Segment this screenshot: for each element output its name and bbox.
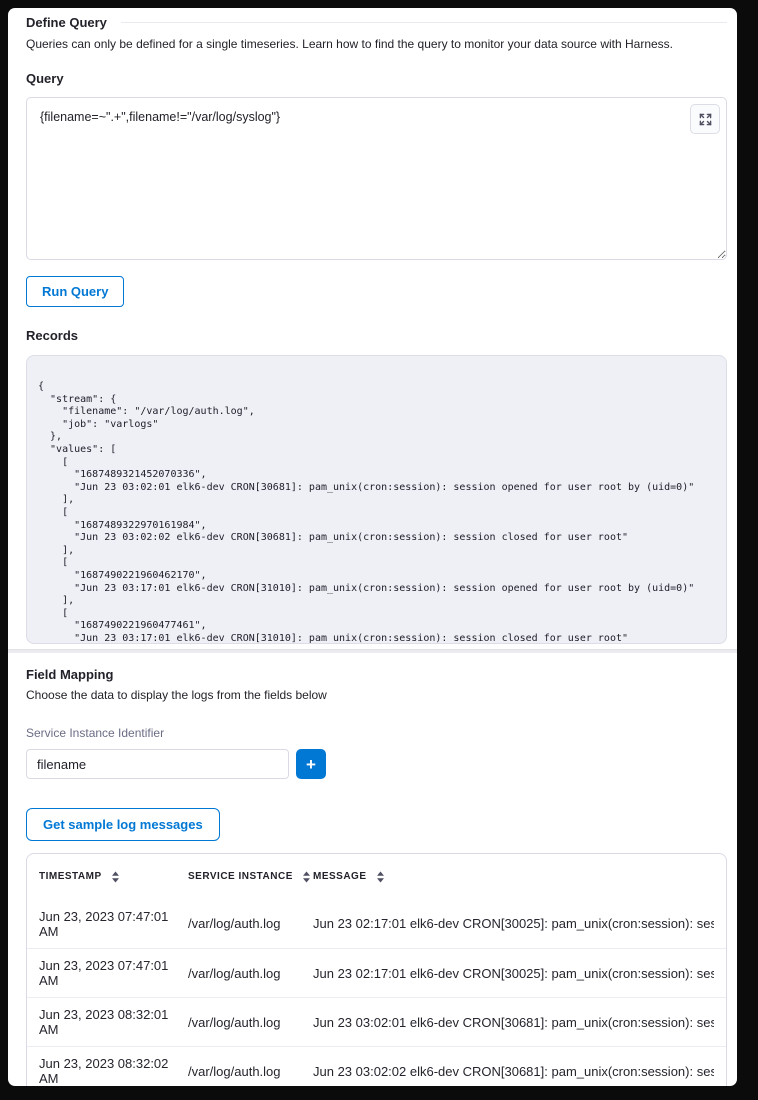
sort-icon (376, 871, 385, 883)
query-editor: {filename=~".+",filename!="/var/log/sysl… (26, 97, 727, 260)
panel-window: Define Query Queries can only be defined… (8, 8, 737, 1086)
add-field-button[interactable]: + (296, 749, 326, 779)
column-header-label: TIMESTAMP (39, 871, 102, 882)
column-header-service-instance[interactable]: SERVICE INSTANCE (188, 871, 313, 883)
column-header-timestamp[interactable]: TIMESTAMP (39, 871, 188, 883)
cell-message: Jun 23 02:17:01 elk6-dev CRON[30025]: pa… (313, 966, 714, 981)
records-panel[interactable]: { "stream": { "filename": "/var/log/auth… (26, 355, 727, 644)
run-query-button[interactable]: Run Query (26, 276, 124, 307)
define-query-header: Define Query (26, 8, 727, 30)
cell-timestamp: Jun 23, 2023 08:32:02 AM (39, 1056, 188, 1086)
field-mapping-subtitle: Choose the data to display the logs from… (26, 688, 727, 702)
column-header-label: SERVICE INSTANCE (188, 871, 293, 882)
define-query-section: Define Query Queries can only be defined… (8, 8, 737, 644)
title-divider-line (121, 22, 727, 23)
get-sample-logs-button[interactable]: Get sample log messages (26, 808, 220, 841)
field-mapping-title: Field Mapping (26, 667, 727, 682)
column-header-label: MESSAGE (313, 871, 367, 882)
field-mapping-section: Field Mapping Choose the data to display… (8, 653, 737, 1086)
cell-timestamp: Jun 23, 2023 07:47:01 AM (39, 909, 188, 939)
query-textarea[interactable]: {filename=~".+",filename!="/var/log/sysl… (26, 97, 727, 260)
service-instance-label: Service Instance Identifier (26, 726, 727, 740)
expand-query-button[interactable] (690, 104, 720, 134)
query-label: Query (26, 71, 727, 86)
table-row[interactable]: Jun 23, 2023 08:32:02 AM /var/log/auth.l… (27, 1046, 726, 1086)
cell-service-instance: /var/log/auth.log (188, 916, 313, 931)
sort-icon (111, 871, 120, 883)
service-instance-row: + (26, 749, 727, 779)
table-row[interactable]: Jun 23, 2023 08:32:01 AM /var/log/auth.l… (27, 997, 726, 1046)
cell-timestamp: Jun 23, 2023 07:47:01 AM (39, 958, 188, 988)
define-query-help-text: Queries can only be defined for a single… (26, 37, 727, 51)
records-json: { "stream": { "filename": "/var/log/auth… (27, 356, 726, 644)
table-row[interactable]: Jun 23, 2023 07:47:01 AM /var/log/auth.l… (27, 899, 726, 948)
cell-message: Jun 23 02:17:01 elk6-dev CRON[30025]: pa… (313, 916, 714, 931)
table-header-row: TIMESTAMP SERVICE INSTANCE MESSAGE (27, 854, 726, 899)
cell-service-instance: /var/log/auth.log (188, 1064, 313, 1079)
cell-message: Jun 23 03:02:02 elk6-dev CRON[30681]: pa… (313, 1064, 714, 1079)
table-row[interactable]: Jun 23, 2023 07:47:01 AM /var/log/auth.l… (27, 948, 726, 997)
sample-logs-table: TIMESTAMP SERVICE INSTANCE MESSAGE (26, 853, 727, 1086)
cell-service-instance: /var/log/auth.log (188, 1015, 313, 1030)
define-query-title: Define Query (26, 15, 107, 30)
plus-icon: + (306, 756, 316, 773)
cell-timestamp: Jun 23, 2023 08:32:01 AM (39, 1007, 188, 1037)
cell-service-instance: /var/log/auth.log (188, 966, 313, 981)
records-label: Records (26, 328, 727, 343)
sort-icon (302, 871, 311, 883)
column-header-message[interactable]: MESSAGE (313, 871, 714, 883)
cell-message: Jun 23 03:02:01 elk6-dev CRON[30681]: pa… (313, 1015, 714, 1030)
expand-fullscreen-icon (699, 113, 712, 126)
service-instance-input[interactable] (26, 749, 289, 779)
